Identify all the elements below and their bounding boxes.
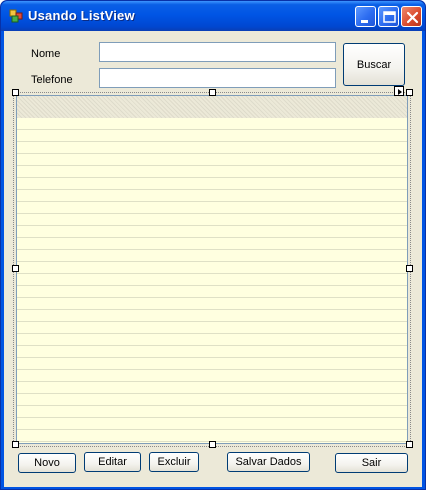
- close-button[interactable]: [401, 6, 422, 27]
- telefone-label: Telefone: [31, 74, 73, 86]
- smart-tag-arrow-icon[interactable]: [394, 86, 404, 96]
- minimize-icon: [361, 20, 368, 23]
- close-icon: [406, 11, 419, 24]
- editar-button[interactable]: Editar: [84, 452, 141, 472]
- resize-handle-bottom-left[interactable]: [12, 441, 19, 448]
- telefone-input[interactable]: [99, 68, 336, 88]
- window-title: Usando ListView: [28, 8, 135, 23]
- resize-handle-left[interactable]: [12, 265, 19, 272]
- novo-button[interactable]: Novo: [18, 453, 76, 473]
- nome-label: Nome: [31, 48, 61, 60]
- nome-input[interactable]: [99, 42, 336, 62]
- sair-button[interactable]: Sair: [335, 453, 408, 473]
- title-bar[interactable]: Usando ListView: [1, 1, 425, 31]
- excluir-button[interactable]: Excluir: [149, 452, 199, 472]
- resize-handle-top-right[interactable]: [406, 89, 413, 96]
- maximize-button[interactable]: [378, 6, 399, 27]
- app-icon[interactable]: [9, 9, 23, 23]
- resize-handle-right[interactable]: [406, 265, 413, 272]
- buscar-button[interactable]: Buscar: [343, 43, 405, 86]
- resize-handle-bottom-right[interactable]: [406, 441, 413, 448]
- resize-handle-top[interactable]: [209, 89, 216, 96]
- listview[interactable]: [16, 95, 408, 444]
- salvar-dados-button[interactable]: Salvar Dados: [227, 452, 310, 472]
- resize-handle-bottom[interactable]: [209, 441, 216, 448]
- minimize-button[interactable]: [355, 6, 376, 27]
- maximize-icon: [383, 11, 396, 23]
- listview-rows: [17, 118, 407, 443]
- listview-header-area: [17, 96, 407, 118]
- resize-handle-top-left[interactable]: [12, 89, 19, 96]
